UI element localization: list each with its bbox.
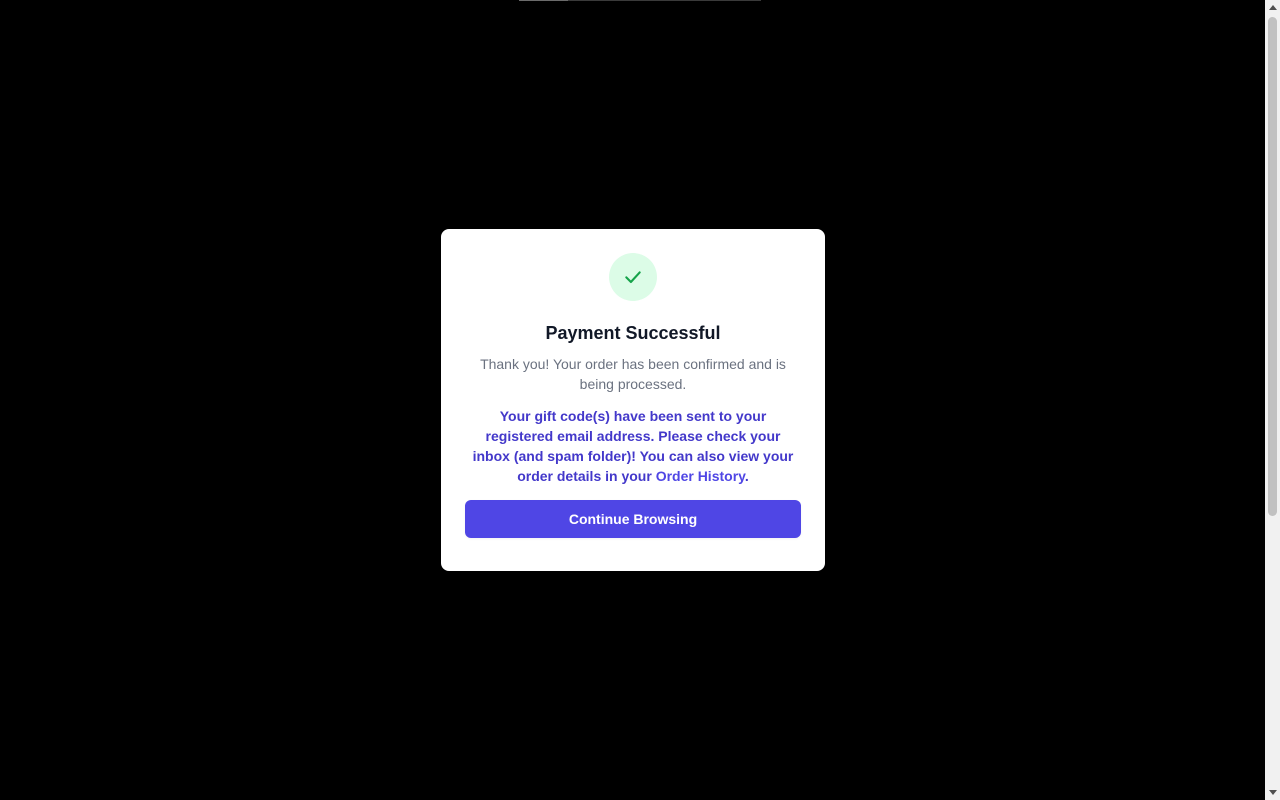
- top-progress-line: [519, 0, 761, 1]
- dialog-title: Payment Successful: [545, 323, 721, 343]
- page-scrollbar[interactable]: [1265, 0, 1280, 800]
- top-progress-segment: [519, 0, 568, 1]
- continue-browsing-button[interactable]: Continue Browsing: [465, 500, 801, 538]
- success-icon-badge: [609, 253, 657, 301]
- modal-backdrop: Payment Successful Thank you! Your order…: [0, 0, 1265, 800]
- dialog-message: Thank you! Your order has been confirmed…: [480, 356, 786, 392]
- scroll-up-arrow-icon[interactable]: [1265, 0, 1280, 15]
- scroll-down-arrow-icon[interactable]: [1265, 785, 1280, 800]
- order-history-link[interactable]: Order History: [656, 468, 745, 484]
- gift-code-note-end: .: [744, 468, 749, 484]
- gift-code-note: Your gift code(s) have been sent to your…: [465, 406, 801, 486]
- check-icon: [625, 271, 641, 284]
- payment-success-dialog: Payment Successful Thank you! Your order…: [441, 229, 825, 571]
- scrollbar-thumb[interactable]: [1268, 17, 1277, 516]
